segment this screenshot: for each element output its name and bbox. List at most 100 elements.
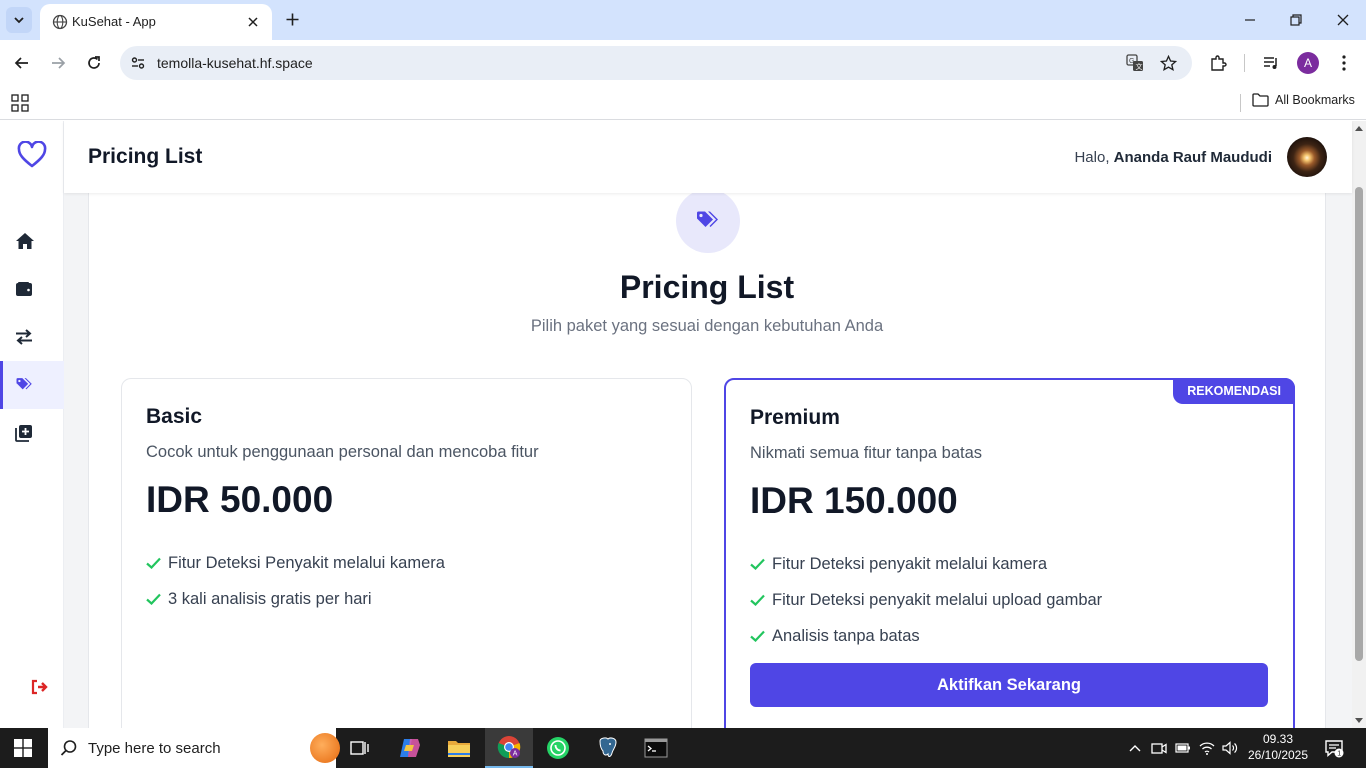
plan-feature-text: Fitur Deteksi Penyakit melalui kamera (168, 553, 445, 572)
all-bookmarks-button[interactable]: All Bookmarks (1252, 93, 1355, 107)
app-viewport: Pricing List Pilih paket yang sesuai den… (0, 121, 1366, 728)
apps-grid-icon[interactable] (11, 94, 29, 112)
extensions-button[interactable] (1206, 51, 1230, 75)
browser-tab-active[interactable]: KuSehat - App (40, 4, 272, 40)
plan-feature: 3 kali analisis gratis per hari (146, 581, 445, 617)
search-placeholder: Type here to search (88, 740, 221, 757)
minimize-button[interactable] (1238, 8, 1262, 32)
greeting-prefix: Halo, (1074, 149, 1110, 166)
globe-icon (52, 14, 68, 30)
page-scrollbar[interactable] (1352, 121, 1366, 728)
add-photo-icon (15, 425, 32, 442)
window-close-button[interactable] (1331, 8, 1355, 32)
notification-icon[interactable]: 1 (1324, 738, 1344, 758)
browser-tabbar: KuSehat - App (0, 0, 1366, 40)
address-bar[interactable]: temolla-kusehat.hf.space G文 (120, 46, 1192, 80)
sidebar-item-add-photo[interactable] (0, 409, 64, 457)
tray-volume[interactable] (1222, 740, 1238, 756)
restore-icon (1290, 14, 1302, 26)
pricing-hero-badge (676, 189, 740, 253)
sidebar-item-transactions[interactable] (0, 313, 64, 361)
all-bookmarks-label: All Bookmarks (1275, 93, 1355, 107)
back-button[interactable] (10, 51, 34, 75)
recommended-badge: REKOMENDASI (1173, 378, 1295, 404)
scroll-up-arrow[interactable] (1355, 126, 1363, 131)
restore-button[interactable] (1284, 8, 1308, 32)
taskbar-clock[interactable]: 09.33 26/10/2025 (1244, 731, 1312, 763)
plan-description: Cocok untuk penggunaan personal dan menc… (146, 443, 539, 461)
battery-icon (1175, 743, 1190, 753)
windows-taskbar: Type here to search A 09.33 26/10/2025 1 (0, 728, 1366, 768)
tags-icon (16, 378, 32, 390)
profile-avatar-button[interactable]: A (1297, 52, 1319, 74)
sidebar-item-pricing[interactable] (0, 361, 64, 409)
chevron-down-icon (14, 17, 24, 24)
plan-feature: Fitur Deteksi penyakit melalui upload ga… (750, 582, 1102, 618)
taskbar-file-explorer[interactable] (435, 728, 483, 768)
bookmarks-divider (1240, 94, 1241, 112)
logout-icon[interactable] (30, 677, 50, 697)
close-icon (1337, 14, 1349, 26)
tab-close-button[interactable] (244, 13, 262, 31)
tray-overflow-button[interactable] (1127, 740, 1143, 756)
wallet-icon (16, 282, 32, 296)
terminal-icon (644, 738, 668, 758)
minimize-icon (1245, 19, 1255, 21)
plan-price: IDR 150.000 (750, 480, 958, 521)
new-tab-button[interactable] (282, 9, 302, 29)
page-heading: Pricing List (619, 269, 795, 305)
whatsapp-icon (547, 737, 569, 759)
bookmark-star-button[interactable] (1159, 54, 1177, 72)
user-avatar[interactable] (1287, 137, 1327, 177)
scroll-thumb[interactable] (1355, 187, 1363, 661)
close-icon (248, 17, 258, 27)
taskbar-whatsapp[interactable] (534, 728, 582, 768)
media-control-button[interactable] (1259, 51, 1283, 75)
taskbar-search-box[interactable]: Type here to search (48, 728, 340, 768)
plan-card-basic: Basic Cocok untuk penggunaan personal da… (121, 378, 692, 728)
puzzle-icon (1211, 55, 1227, 71)
scroll-down-arrow[interactable] (1355, 718, 1363, 723)
reload-button[interactable] (82, 51, 106, 75)
user-name: Ananda Rauf Maududi (1113, 149, 1272, 166)
tray-battery[interactable] (1175, 740, 1191, 756)
camera-icon (1151, 743, 1167, 754)
plan-feature: Fitur Deteksi penyakit melalui kamera (750, 546, 1102, 582)
toolbar-divider (1244, 54, 1245, 72)
plan-feature-text: Analisis tanpa batas (772, 626, 920, 645)
windows-start-icon[interactable] (14, 739, 32, 757)
activate-now-button[interactable]: Aktifkan Sekarang (750, 663, 1268, 707)
check-icon (750, 594, 765, 606)
taskbar-chrome[interactable]: A (485, 728, 533, 768)
page-subheading: Pilih paket yang sesuai dengan kebutuhan… (530, 317, 884, 335)
arrow-left-icon (14, 57, 28, 69)
taskbar-postgresql[interactable] (584, 728, 632, 768)
chrome-icon: A (497, 736, 521, 759)
plan-description: Nikmati semua fitur tanpa batas (750, 444, 983, 462)
tags-icon (697, 211, 718, 227)
site-settings-icon (131, 57, 145, 69)
notification-count: 1 (1337, 751, 1341, 758)
forward-button[interactable] (46, 51, 70, 75)
taskbar-terminal[interactable] (632, 728, 680, 768)
sidebar-item-home[interactable] (0, 217, 64, 265)
check-icon (750, 558, 765, 570)
svg-text:A: A (513, 751, 518, 758)
tab-search-button[interactable] (6, 7, 32, 33)
translate-button[interactable]: G文 (1126, 54, 1144, 72)
browser-toolbar: temolla-kusehat.hf.space G文 A (0, 40, 1366, 86)
tray-meet-now[interactable] (1151, 740, 1167, 756)
taskbar-copilot[interactable] (386, 728, 434, 768)
folder-icon (1252, 93, 1269, 107)
clock-date: 26/10/2025 (1247, 748, 1309, 762)
elephant-icon (599, 737, 617, 757)
check-icon (146, 593, 161, 605)
copilot-icon (400, 739, 420, 757)
tray-network[interactable] (1199, 740, 1215, 756)
plan-feature: Fitur Deteksi Penyakit melalui kamera (146, 545, 445, 581)
heart-logo-icon[interactable] (17, 141, 47, 169)
browser-menu-button[interactable] (1332, 51, 1356, 75)
task-view-button[interactable] (336, 728, 384, 768)
sidebar-item-wallet[interactable] (0, 265, 64, 313)
search-icon (60, 740, 77, 756)
